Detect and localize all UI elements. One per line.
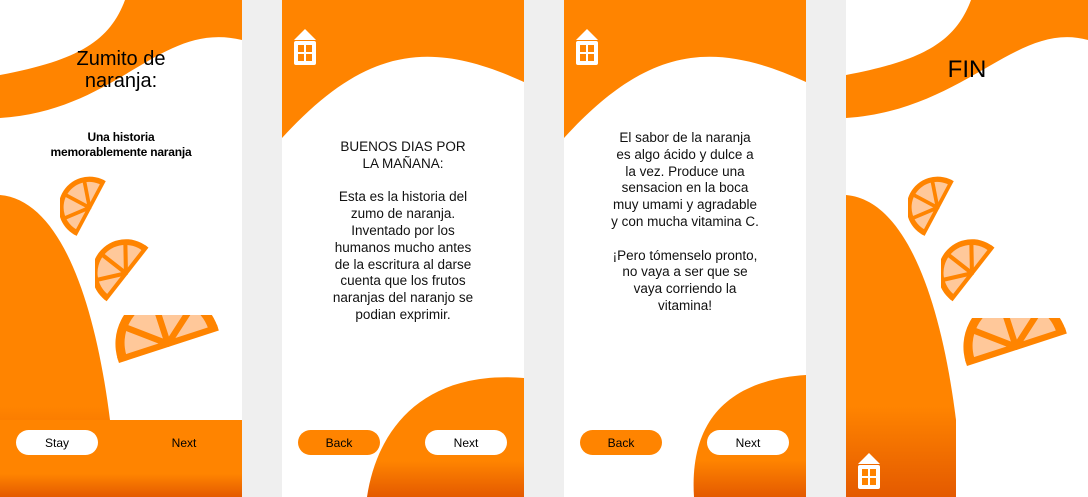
page-title: Zumito de naranja: (76, 48, 166, 92)
screen-story-1: BUENOS DIAS POR LA MAÑANA: Esta es la hi… (282, 0, 524, 497)
home-icon[interactable] (292, 28, 318, 68)
next-button[interactable]: Next (143, 430, 225, 455)
story-text: BUENOS DIAS POR LA MAÑANA: Esta es la hi… (332, 139, 474, 322)
next-button[interactable]: Next (707, 430, 789, 455)
screen-intro: Zumito de naranja: Una historia memorabl… (0, 0, 242, 497)
stay-button[interactable]: Stay (16, 430, 98, 455)
screen-story-2: El sabor de la naranja es algo ácido y d… (564, 0, 806, 497)
back-button[interactable]: Back (298, 430, 380, 455)
orange-slice-icon (110, 315, 235, 395)
home-icon[interactable] (574, 28, 600, 68)
orange-slice-icon (958, 318, 1083, 398)
page-subtitle: Una historia memorablemente naranja (50, 130, 192, 159)
orange-slice-icon (95, 215, 185, 310)
page-title: FIN (947, 56, 987, 83)
home-icon[interactable] (856, 452, 882, 492)
back-button[interactable]: Back (580, 430, 662, 455)
next-button[interactable]: Next (425, 430, 507, 455)
screen-end: FIN (846, 0, 1088, 497)
orange-slice-icon (941, 215, 1031, 310)
story-text: El sabor de la naranja es algo ácido y d… (611, 130, 759, 313)
